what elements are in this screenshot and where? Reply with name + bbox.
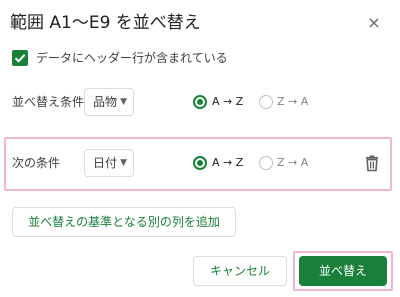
dropdown-caret-icon: ▼ xyxy=(120,97,127,107)
then-by-asc-radio[interactable] xyxy=(193,156,207,170)
header-row-checkbox-label: データにヘッダー行が含まれている xyxy=(36,51,228,65)
sort-by-desc-radio[interactable] xyxy=(259,95,273,109)
header-row-checkbox[interactable] xyxy=(12,50,28,66)
sort-by-asc-label: A → Z xyxy=(212,95,244,108)
then-by-asc-label: A → Z xyxy=(212,156,244,169)
add-sort-column-button[interactable]: 並べ替えの基準となる別の列を追加 xyxy=(12,207,236,237)
dropdown-caret-icon: ▼ xyxy=(120,158,127,168)
trash-icon[interactable] xyxy=(364,154,380,172)
sort-by-desc-label: Z → A xyxy=(277,95,309,108)
sort-by-column-select[interactable]: 品物 ▼ xyxy=(84,88,134,116)
close-icon[interactable]: × xyxy=(364,13,384,33)
then-by-column-select[interactable]: 日付 ▼ xyxy=(84,149,134,177)
then-by-desc-label: Z → A xyxy=(277,156,309,169)
sort-by-column-value: 品物 xyxy=(93,95,118,109)
then-by-column-value: 日付 xyxy=(93,156,118,170)
sort-button[interactable]: 並べ替え xyxy=(299,256,387,286)
dialog-title: 範囲 A1〜E9 を並べ替え xyxy=(10,13,201,33)
cancel-button[interactable]: キャンセル xyxy=(193,256,287,286)
sort-by-asc-radio[interactable] xyxy=(193,95,207,109)
sort-by-label: 並べ替え条件 xyxy=(12,95,85,109)
then-by-desc-radio[interactable] xyxy=(259,156,273,170)
check-icon xyxy=(14,54,26,63)
then-by-label: 次の条件 xyxy=(12,156,61,170)
